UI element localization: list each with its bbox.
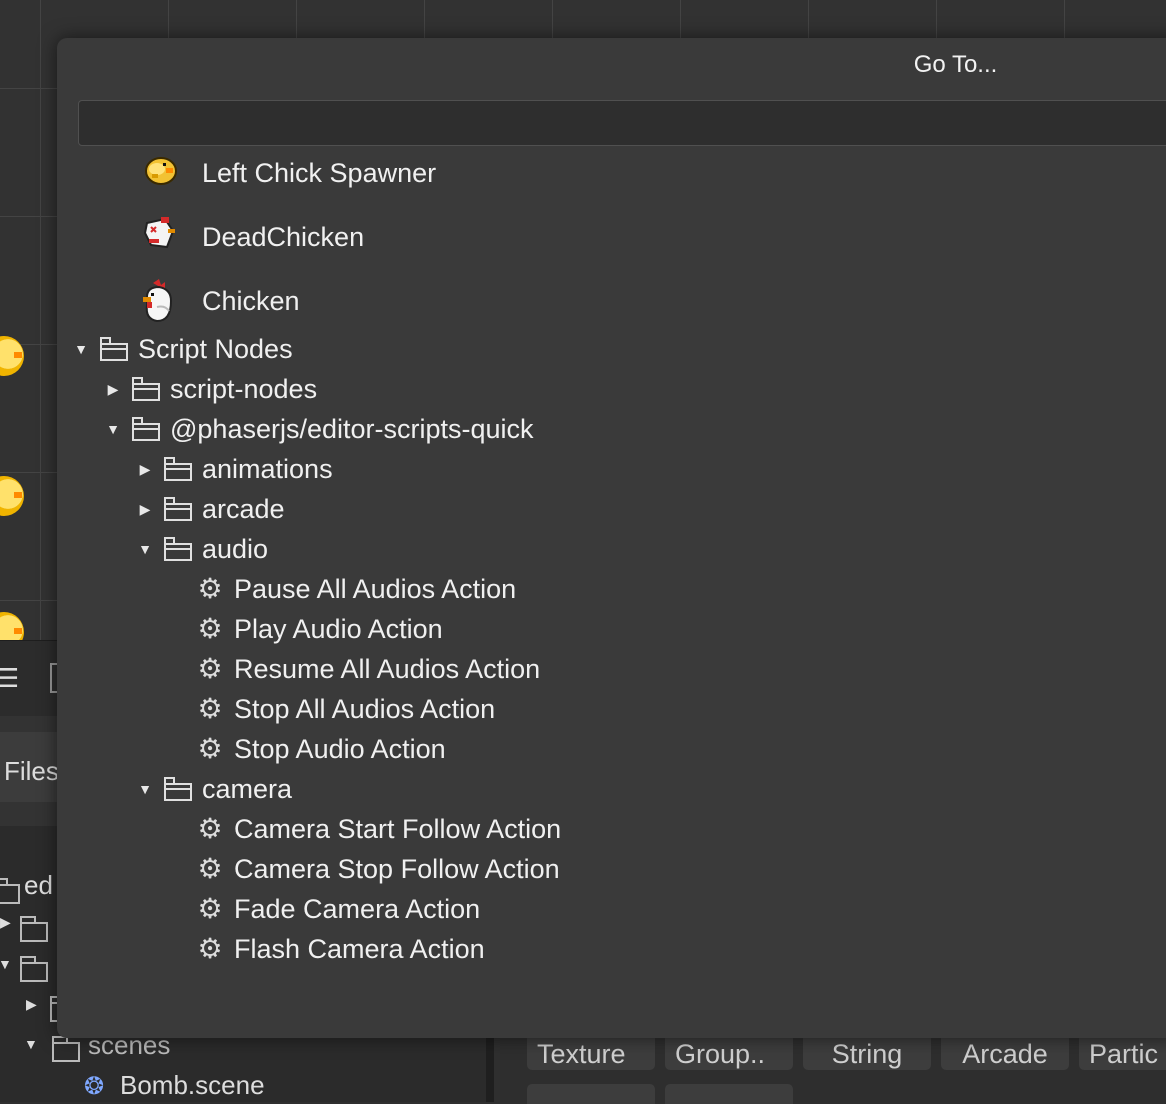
gear-icon: ⚙ (197, 613, 223, 644)
tree-item-label: arcade (202, 494, 285, 524)
folder-icon (164, 457, 192, 481)
folder-icon (164, 537, 192, 561)
menu-icon[interactable]: ☰ (0, 663, 19, 694)
gear-icon: ⚙ (197, 893, 223, 924)
folder-icon (164, 497, 192, 521)
tree-item-script[interactable]: ⚙ Pause All Audios Action (57, 569, 657, 609)
list-item[interactable]: Chicken (57, 279, 657, 323)
palette-tab-texture[interactable]: Texture (527, 1038, 655, 1070)
chevron-down-icon[interactable]: ▼ (137, 769, 153, 809)
chevron-down-icon[interactable]: ▼ (0, 956, 12, 972)
dead-chicken-sprite-icon (143, 217, 175, 249)
folder-icon (0, 878, 20, 904)
dialog-title: Go To... (913, 51, 998, 78)
search-input[interactable] (78, 100, 1166, 146)
tree-item-label: Pause All Audios Action (234, 574, 517, 604)
folder-icon (132, 377, 160, 401)
panel-splitter[interactable] (486, 1038, 494, 1102)
tree-item-label: Resume All Audios Action (234, 654, 541, 684)
gear-icon: ⚙ (197, 853, 223, 884)
tree-item-label: Stop Audio Action (234, 734, 446, 764)
chevron-right-icon[interactable]: ▶ (26, 996, 37, 1013)
palette-tab[interactable] (665, 1084, 793, 1104)
chick-sprite-icon (145, 157, 177, 185)
tree-item-label: Play Audio Action (234, 614, 443, 644)
chevron-right-icon[interactable]: ▶ (0, 914, 11, 931)
list-item[interactable]: Left Chick Spawner (57, 153, 657, 193)
tree-item-label: Flash Camera Action (234, 934, 485, 964)
folder-icon (164, 777, 192, 801)
tree-item-label: Camera Stop Follow Action (234, 854, 560, 884)
palette-tab-group[interactable]: Group.. (665, 1038, 793, 1070)
palette-tab-arcade[interactable]: Arcade (941, 1038, 1069, 1070)
gear-icon: ⚙ (197, 653, 223, 684)
palette-tab[interactable] (527, 1084, 655, 1104)
tree-item-script[interactable]: ⚙ Stop All Audios Action (57, 689, 657, 729)
chevron-right-icon[interactable]: ▶ (137, 449, 153, 489)
list-item[interactable]: DeadChicken (57, 217, 657, 257)
folder-icon (52, 1036, 80, 1062)
folder-icon (132, 417, 160, 441)
tree-item-label: Stop All Audios Action (234, 694, 496, 724)
files-item-editor[interactable]: ed (24, 870, 53, 901)
blocks-palette: Texture Group.. String Arcade Partic (500, 1038, 1166, 1104)
chevron-down-icon[interactable]: ▼ (24, 1036, 38, 1052)
tree-item-script[interactable]: ⚙ Camera Start Follow Action (57, 809, 657, 849)
chevron-right-icon[interactable]: ▶ (137, 489, 153, 529)
tree-item-label: script-nodes (170, 374, 318, 404)
folder-icon (20, 956, 48, 982)
chick-sprite-icon[interactable] (0, 476, 24, 516)
gear-icon: ⚙ (197, 733, 223, 764)
gear-icon: ⚙ (197, 933, 223, 964)
list-item-label: Left Chick Spawner (202, 158, 437, 188)
results-tree: Left Chick Spawner DeadChicken Chicken ▼… (57, 150, 1166, 1030)
chevron-down-icon[interactable]: ▼ (105, 409, 121, 449)
tree-item-arcade[interactable]: ▶ arcade (57, 489, 557, 529)
chevron-down-icon[interactable]: ▼ (73, 329, 89, 369)
tree-item-label: Script Nodes (138, 334, 293, 364)
palette-tab-particles[interactable]: Partic (1079, 1038, 1166, 1070)
gear-icon: ⚙ (197, 693, 223, 724)
tree-item-script[interactable]: ⚙ Flash Camera Action (57, 929, 657, 969)
tree-item-label: Camera Start Follow Action (234, 814, 562, 844)
gear-icon: ⚙ (197, 573, 223, 604)
tree-item-audio[interactable]: ▼ audio (57, 529, 557, 569)
chevron-right-icon[interactable]: ▶ (105, 369, 121, 409)
panel-toolbar: ☰ (0, 640, 64, 718)
tree-item-script-nodes-folder[interactable]: ▶ script-nodes (57, 369, 557, 409)
tree-item-editor-scripts-quick[interactable]: ▼ @phaserjs/editor-scripts-quick (57, 409, 657, 449)
tree-item-script[interactable]: ⚙ Camera Stop Follow Action (57, 849, 657, 889)
folder-icon (20, 916, 48, 942)
chicken-sprite-icon (143, 279, 173, 323)
tree-item-animations[interactable]: ▶ animations (57, 449, 557, 489)
tree-item-script[interactable]: ⚙ Fade Camera Action (57, 889, 657, 929)
tree-item-script[interactable]: ⚙ Play Audio Action (57, 609, 657, 649)
tree-item-label: camera (202, 774, 293, 804)
tree-item-label: audio (202, 534, 269, 564)
tree-item-label: animations (202, 454, 333, 484)
tree-item-label: @phaserjs/editor-scripts-quick (170, 414, 534, 444)
list-item-label: Chicken (202, 286, 300, 316)
goto-dialog: Go To... Left Chick Spawner DeadChicken (57, 38, 1166, 1038)
palette-tab-string[interactable]: String (803, 1038, 931, 1070)
tree-item-script[interactable]: ⚙ Stop Audio Action (57, 729, 657, 769)
tab-files-label: Files (4, 756, 59, 786)
chick-sprite-icon[interactable] (0, 336, 24, 376)
chevron-down-icon[interactable]: ▼ (137, 529, 153, 569)
gear-icon: ⚙ (197, 813, 223, 844)
tree-item-script[interactable]: ⚙ Resume All Audios Action (57, 649, 657, 689)
tree-item-camera[interactable]: ▼ camera (57, 769, 557, 809)
scene-file-icon: ❂ (84, 1073, 105, 1100)
tree-item-script-nodes[interactable]: ▼ Script Nodes (57, 329, 557, 369)
files-item-bomb-scene[interactable]: Bomb.scene (120, 1070, 265, 1101)
folder-icon (100, 337, 128, 361)
list-item-label: DeadChicken (202, 222, 365, 252)
tree-item-label: Fade Camera Action (234, 894, 481, 924)
tab-files[interactable]: Files (0, 732, 62, 802)
